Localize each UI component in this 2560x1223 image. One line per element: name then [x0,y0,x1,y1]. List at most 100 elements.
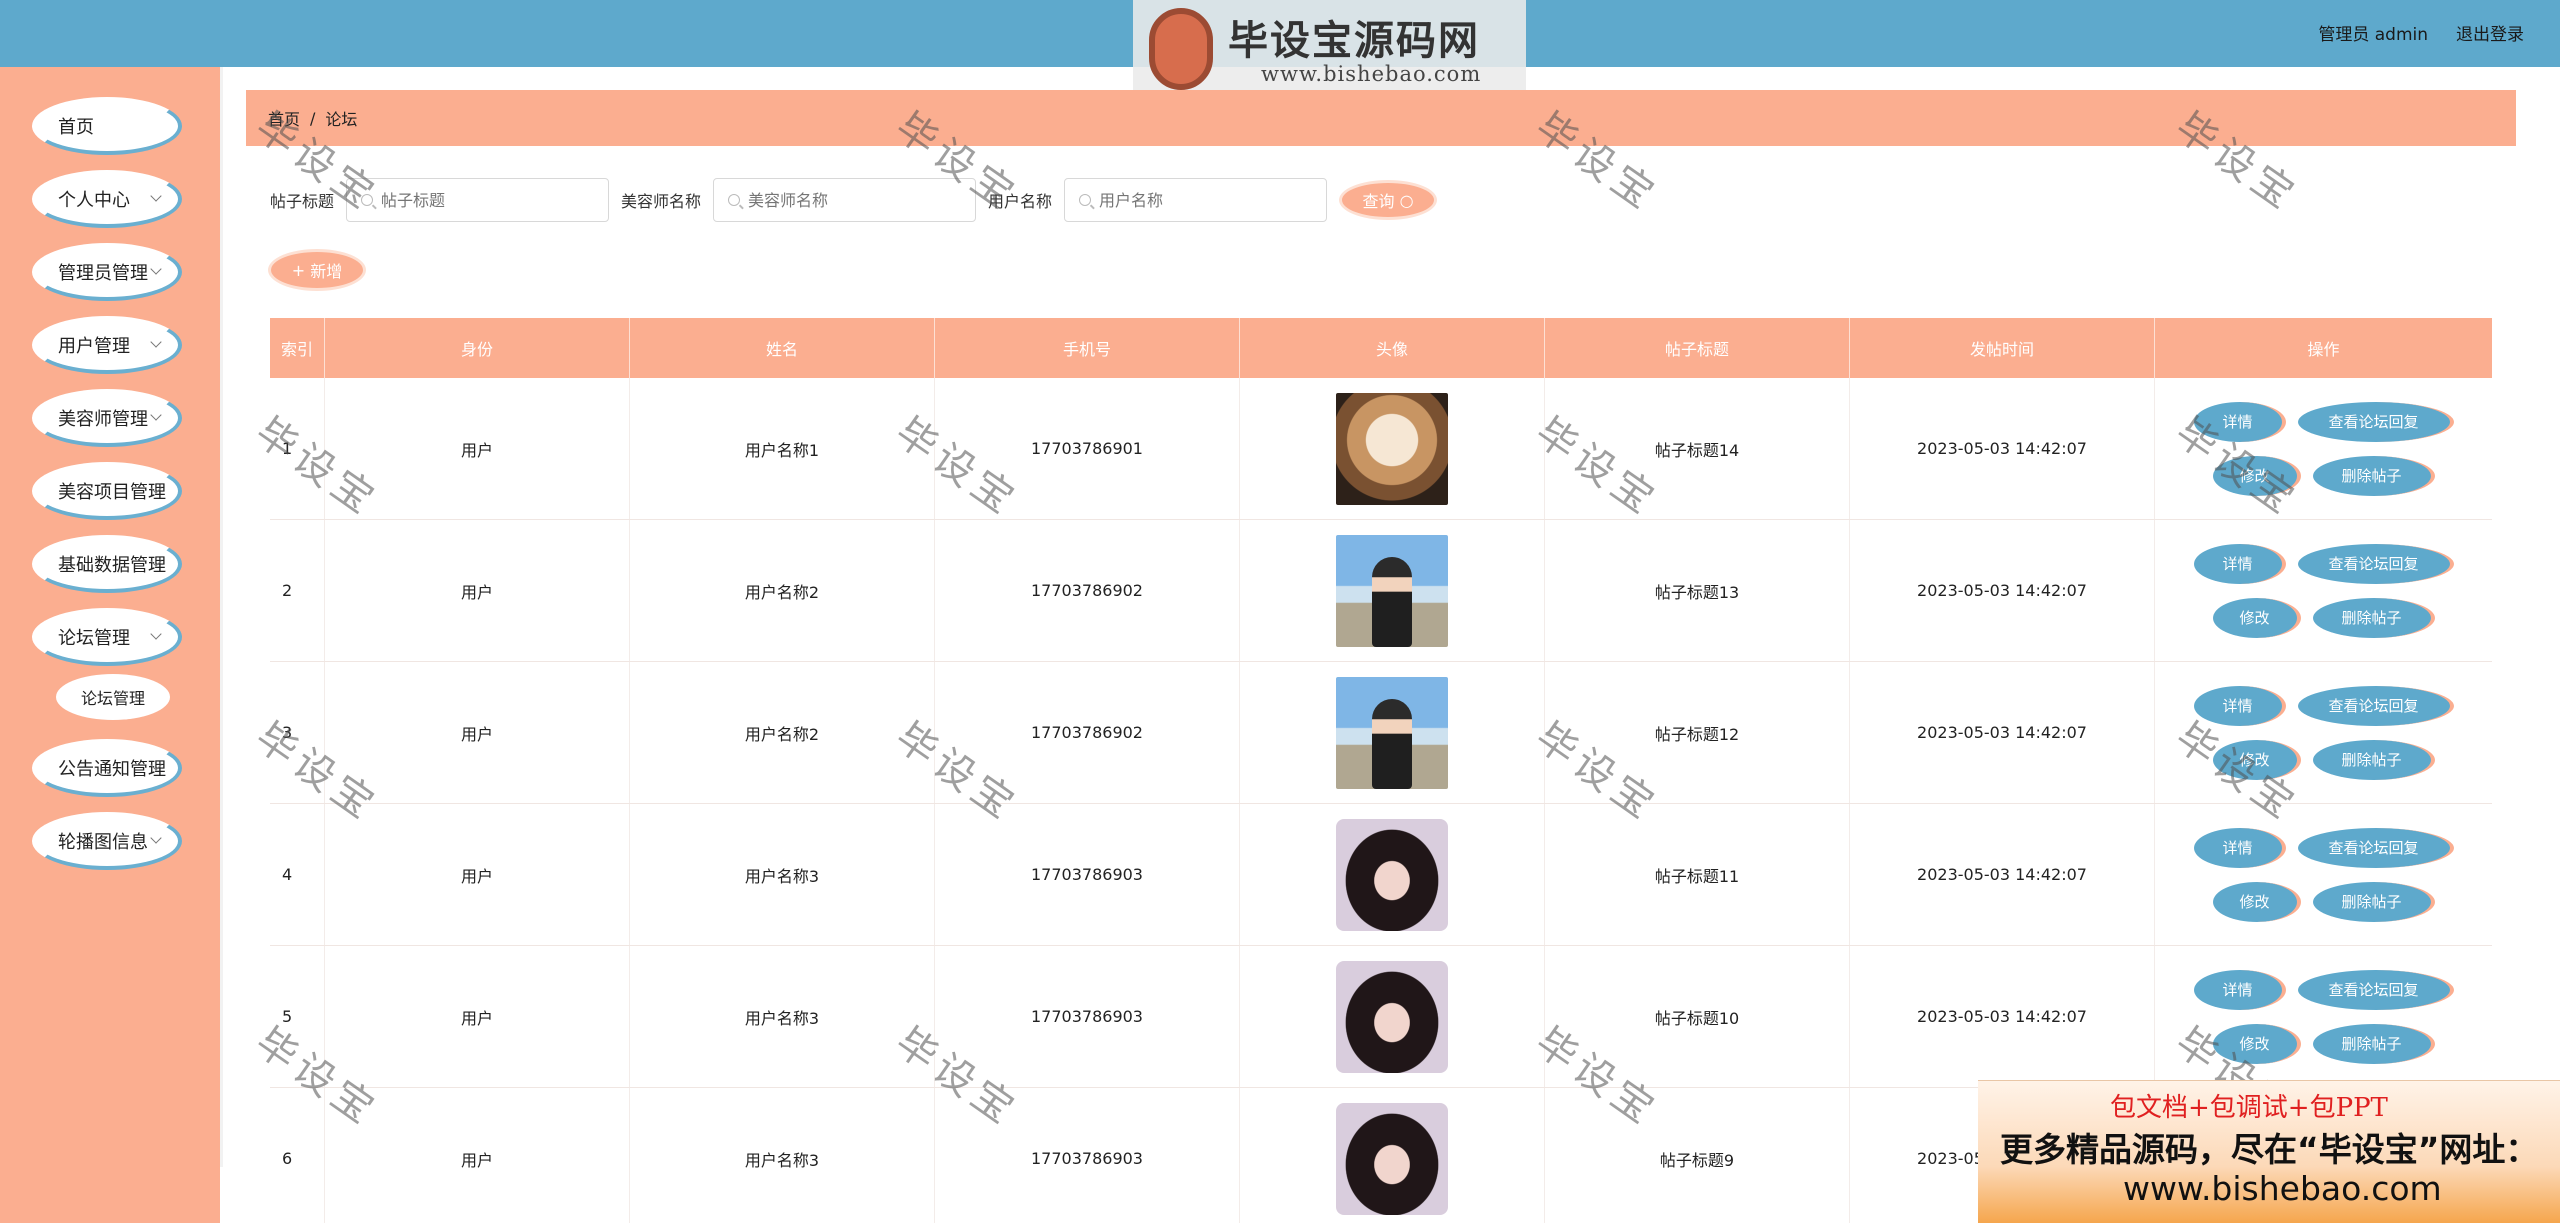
delete-post-button[interactable]: 删除帖子 [2312,739,2435,780]
cell-actions: 详情查看论坛回复 修改删除帖子 [2155,662,2492,803]
cell-time: 2023-05-03 14:42:07 [1850,662,2155,803]
cell-avatar [1240,378,1545,519]
avatar[interactable] [1336,818,1448,931]
avatar[interactable] [1336,534,1448,647]
sidebar-item-label: 管理员管理 [58,263,148,284]
edit-button[interactable]: 修改 [2212,1023,2301,1064]
beautician-name-field[interactable] [713,178,977,222]
cell-role: 用户 [325,378,630,519]
cell-phone: 17703786901 [935,378,1240,519]
detail-button[interactable]: 详情 [2193,543,2286,584]
cell-title: 帖子标题11 [1545,804,1850,945]
column-header[interactable]: 身份 [325,318,630,378]
avatar[interactable] [1336,392,1448,505]
cell-title: 帖子标题13 [1545,520,1850,661]
plus-icon: + [291,260,306,280]
sidebar-item-beauty-project-management[interactable]: 美容项目管理 [32,462,182,520]
user-name-label: 用户名称 [988,192,1053,211]
cell-name: 用户名称3 [630,804,935,945]
table-row: 1 用户 用户名称1 17703786901 帖子标题14 2023-05-03… [270,378,2492,520]
sidebar-item-personal-center[interactable]: 个人中心 [32,170,182,228]
chevron-down-icon [150,190,162,202]
detail-button[interactable]: 详情 [2193,685,2286,726]
cell-role: 用户 [325,804,630,945]
view-replies-button[interactable]: 查看论坛回复 [2297,401,2454,442]
cell-avatar [1240,946,1545,1087]
detail-button[interactable]: 详情 [2193,969,2286,1010]
sidebar-item-base-data-management[interactable]: 基础数据管理 [32,535,182,593]
post-title-field[interactable] [346,178,610,222]
sidebar-divider [220,67,223,1167]
watermark-logo: 毕设宝源码网 www.bishebao.com [1133,0,1526,103]
edit-button[interactable]: 修改 [2212,739,2301,780]
breadcrumb: 首页 / 论坛 [246,90,2516,146]
column-header[interactable]: 帖子标题 [1545,318,1850,378]
user-name-field[interactable] [1064,178,1328,222]
cell-index: 4 [270,804,325,945]
sidebar-item-carousel-info[interactable]: 轮播图信息 [32,812,182,870]
cell-avatar [1240,804,1545,945]
edit-button[interactable]: 修改 [2212,597,2301,638]
delete-post-button[interactable]: 删除帖子 [2312,455,2435,496]
sidebar-item-admin-management[interactable]: 管理员管理 [32,243,182,301]
avatar[interactable] [1336,1102,1448,1215]
avatar[interactable] [1336,960,1448,1073]
cell-index: 2 [270,520,325,661]
delete-post-button[interactable]: 删除帖子 [2312,881,2435,922]
promo-line-1: 包文档+包调试+包PPT [2110,1093,2388,1123]
cell-actions: 详情查看论坛回复 修改删除帖子 [2155,946,2492,1087]
column-header[interactable]: 姓名 [630,318,935,378]
column-header[interactable]: 手机号 [935,318,1240,378]
cell-role: 用户 [325,1088,630,1223]
sidebar-item-label: 用户管理 [58,336,130,357]
breadcrumb-home[interactable]: 首页 [268,106,300,130]
add-button[interactable]: + 新增 [268,249,366,291]
sidebar-item-label: 个人中心 [58,190,130,211]
sidebar-item-forum-management[interactable]: 论坛管理 [32,608,182,666]
logout-link[interactable]: 退出登录 [2456,20,2524,45]
detail-button[interactable]: 详情 [2193,827,2286,868]
column-header[interactable]: 头像 [1240,318,1545,378]
cell-title: 帖子标题14 [1545,378,1850,519]
cell-actions: 详情查看论坛回复 修改删除帖子 [2155,378,2492,519]
chevron-up-icon [150,628,162,640]
post-title-input[interactable] [381,190,582,210]
cell-name: 用户名称1 [630,378,935,519]
view-replies-button[interactable]: 查看论坛回复 [2297,543,2454,584]
cell-name: 用户名称2 [630,520,935,661]
detail-button[interactable]: 详情 [2193,401,2286,442]
sidebar-item-beautician-management[interactable]: 美容师管理 [32,389,182,447]
admin-user-label: 管理员 admin [2318,25,2428,45]
table-row: 5 用户 用户名称3 17703786903 帖子标题10 2023-05-03… [270,946,2492,1088]
chevron-down-icon [150,832,162,844]
beautician-name-input[interactable] [748,190,949,210]
delete-post-button[interactable]: 删除帖子 [2312,1023,2435,1064]
logo-title: 毕设宝源码网 [1228,18,1480,64]
user-name-input[interactable] [1099,190,1300,210]
column-header[interactable]: 发帖时间 [1850,318,2155,378]
column-header: 操作 [2307,340,2340,359]
query-button-label: 查询 [1362,192,1395,211]
edit-button[interactable]: 修改 [2212,455,2301,496]
sidebar-item-notice-management[interactable]: 公告通知管理 [32,739,182,797]
add-button-label: 新增 [310,262,343,281]
sidebar-subitem-forum-management[interactable]: 论坛管理 [56,674,170,720]
query-button[interactable]: 查询 ○ [1339,180,1438,220]
cell-time: 2023-05-03 14:42:07 [1850,804,2155,945]
view-replies-button[interactable]: 查看论坛回复 [2297,827,2454,868]
view-replies-button[interactable]: 查看论坛回复 [2297,685,2454,726]
column-header[interactable]: 索引 [270,318,325,378]
cell-actions: 详情查看论坛回复 修改删除帖子 [2155,804,2492,945]
table-row: 2 用户 用户名称2 17703786902 帖子标题13 2023-05-03… [270,520,2492,662]
sidebar-item-home[interactable]: 首页 [32,97,182,155]
cell-time: 2023-05-03 14:42:07 [1850,378,2155,519]
cell-name: 用户名称3 [630,946,935,1087]
view-replies-button[interactable]: 查看论坛回复 [2297,969,2454,1010]
edit-button[interactable]: 修改 [2212,881,2301,922]
cell-actions: 详情查看论坛回复 修改删除帖子 [2155,520,2492,661]
promo-line-2: 更多精品源码，尽在“毕设宝”网址： [2000,1130,2539,1169]
delete-post-button[interactable]: 删除帖子 [2312,597,2435,638]
avatar[interactable] [1336,676,1448,789]
cell-phone: 17703786903 [935,804,1240,945]
sidebar-item-user-management[interactable]: 用户管理 [32,316,182,374]
